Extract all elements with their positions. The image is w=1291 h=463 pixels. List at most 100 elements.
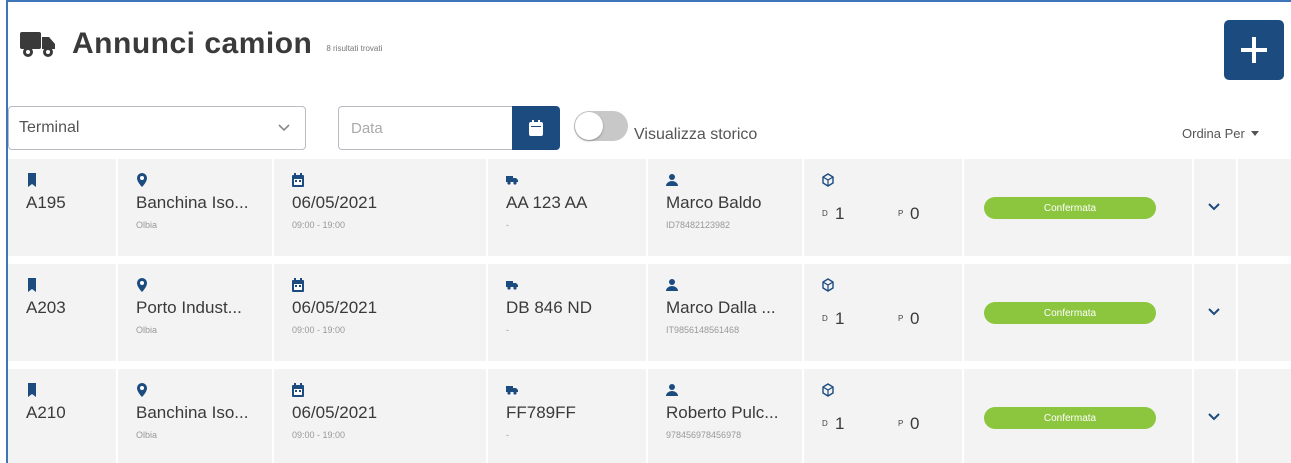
user-icon: [666, 279, 678, 291]
expand-cell: [1194, 159, 1238, 256]
location-pin-icon: [137, 383, 147, 397]
row-time: 09:00 - 19:00: [292, 325, 346, 335]
row-driver: Roberto Pulc...: [666, 403, 779, 422]
row-time: 09:00 - 19:00: [292, 430, 346, 440]
location-cell: Porto Indust... Olbia: [118, 264, 274, 361]
terminal-select-value: Terminal: [19, 119, 80, 136]
chevron-down-icon[interactable]: [1206, 409, 1222, 425]
history-toggle-label: Visualizza storico: [634, 126, 758, 143]
dp-cell: D 1 P 0: [804, 159, 964, 256]
location-cell: Banchina Iso... Olbia: [118, 159, 274, 256]
driver-cell: Marco Baldo ID78482123982: [648, 159, 804, 256]
row-driver: Marco Dalla ...: [666, 298, 776, 317]
row-location: Porto Indust...: [136, 298, 242, 317]
d-label: D: [822, 209, 828, 218]
row-code: A210: [26, 403, 66, 422]
bookmark-icon: [28, 383, 36, 397]
spacer-cell: [1238, 264, 1291, 361]
d-value: 1: [835, 414, 845, 433]
sort-dropdown[interactable]: Ordina Per: [1182, 126, 1259, 141]
code-cell: A210: [8, 369, 118, 463]
date-input[interactable]: Data: [338, 106, 512, 150]
plate-cell: AA 123 AA -: [488, 159, 648, 256]
row-driver: Marco Baldo: [666, 193, 762, 212]
row-location: Banchina Iso...: [136, 193, 249, 212]
p-value: 0: [910, 309, 920, 328]
location-cell: Banchina Iso... Olbia: [118, 369, 274, 463]
chevron-down-icon: [278, 124, 290, 132]
spacer-cell: [1238, 369, 1291, 463]
date-cell: 06/05/2021 09:00 - 19:00: [274, 264, 488, 361]
driver-cell: Marco Dalla ... IT9856148561468: [648, 264, 804, 361]
user-icon: [666, 174, 678, 186]
d-value: 1: [835, 204, 845, 223]
user-icon: [666, 384, 678, 396]
page-header: Annunci camion 8 risultati trovati: [20, 24, 382, 64]
plate-cell: DB 846 ND -: [488, 264, 648, 361]
terminal-select[interactable]: Terminal: [8, 106, 306, 150]
truck-icon: [20, 32, 55, 57]
package-icon: [822, 383, 834, 397]
row-date: 06/05/2021: [292, 298, 378, 317]
p-value: 0: [910, 414, 920, 433]
page-frame: Annunci camion 8 risultati trovati Termi…: [6, 0, 1291, 463]
chevron-down-icon[interactable]: [1206, 199, 1222, 215]
p-label: P: [898, 419, 904, 428]
row-plate-sub: -: [506, 220, 509, 230]
location-pin-icon: [137, 278, 147, 292]
chevron-down-icon[interactable]: [1206, 304, 1222, 320]
row-plate-sub: -: [506, 430, 509, 440]
d-label: D: [822, 314, 828, 323]
p-label: P: [898, 209, 904, 218]
status-cell: Confermata: [964, 264, 1194, 361]
d-label: D: [822, 419, 828, 428]
code-cell: A195: [8, 159, 118, 256]
expand-cell: [1194, 264, 1238, 361]
add-button[interactable]: [1224, 20, 1284, 80]
location-pin-icon: [137, 173, 147, 187]
page-title: Annunci camion: [72, 27, 313, 60]
plus-icon: [1241, 37, 1267, 63]
package-icon: [822, 173, 834, 187]
calendar-button[interactable]: [512, 106, 560, 150]
date-cell: 06/05/2021 09:00 - 19:00: [274, 159, 488, 256]
row-driver-id: ID78482123982: [666, 220, 731, 230]
date-cell: 06/05/2021 09:00 - 19:00: [274, 369, 488, 463]
table-row[interactable]: A195 Banchina Iso... Olbia 06/05/2021 09…: [8, 159, 1291, 256]
status-cell: Confermata: [964, 159, 1194, 256]
row-code: A195: [26, 193, 66, 212]
row-plate: AA 123 AA: [506, 193, 588, 212]
date-placeholder: Data: [351, 119, 383, 137]
bookmark-icon: [28, 173, 36, 187]
d-value: 1: [835, 309, 845, 328]
plate-cell: FF789FF -: [488, 369, 648, 463]
status-badge: Confermata: [984, 407, 1156, 429]
caret-down-icon: [1250, 131, 1259, 136]
calendar-icon: [292, 278, 304, 292]
row-location: Banchina Iso...: [136, 403, 249, 422]
status-badge: Confermata: [984, 197, 1156, 219]
row-time: 09:00 - 19:00: [292, 220, 346, 230]
row-date: 06/05/2021: [292, 193, 378, 212]
p-label: P: [898, 314, 904, 323]
dp-cell: D 1 P 0: [804, 264, 964, 361]
row-plate: FF789FF: [506, 403, 576, 422]
status-cell: Confermata: [964, 369, 1194, 463]
expand-cell: [1194, 369, 1238, 463]
calendar-icon: [292, 173, 304, 187]
row-city: Olbia: [136, 430, 158, 440]
table-row[interactable]: A210 Banchina Iso... Olbia 06/05/2021 09…: [8, 369, 1291, 463]
sort-label: Ordina Per: [1182, 126, 1245, 141]
row-plate: DB 846 ND: [506, 298, 592, 317]
truck-icon: [506, 386, 518, 395]
driver-cell: Roberto Pulc... 978456978456978: [648, 369, 804, 463]
spacer-cell: [1238, 159, 1291, 256]
row-city: Olbia: [136, 220, 158, 230]
calendar-icon: [292, 383, 304, 397]
table-row[interactable]: A203 Porto Indust... Olbia 06/05/2021 09…: [8, 264, 1291, 361]
row-date: 06/05/2021: [292, 403, 378, 422]
results-count: 8 risultati trovati: [326, 43, 383, 53]
row-code: A203: [26, 298, 66, 317]
row-city: Olbia: [136, 325, 158, 335]
history-toggle[interactable]: [574, 111, 628, 141]
